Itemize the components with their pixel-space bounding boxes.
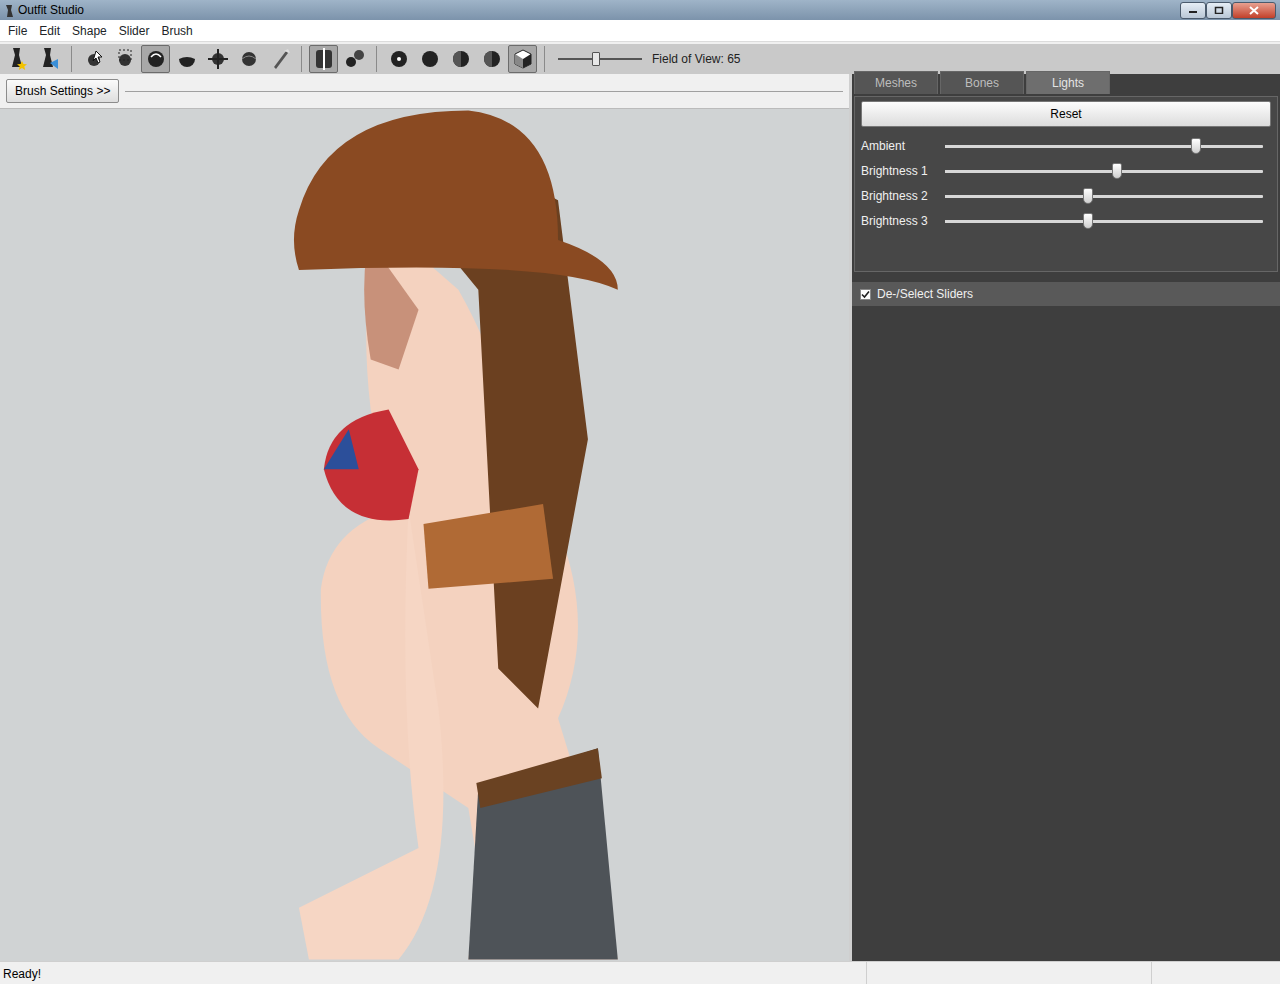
right-pane: MeshesBonesLights Reset Ambient Brightness … <box>852 74 1280 961</box>
main-area: Brush Settings >> MeshesBonesLights Reset A… <box>0 74 1280 961</box>
window-controls <box>1180 2 1276 19</box>
project-tool-icon[interactable] <box>4 45 33 73</box>
minimize-icon[interactable] <box>1180 2 1206 19</box>
lights-panel: Reset Ambient Brightness 1 Brightness 2 Brig… <box>854 96 1278 272</box>
light-slider[interactable] <box>945 187 1263 205</box>
mask-tool-icon[interactable] <box>110 45 139 73</box>
light-slider-row: Brightness 2 <box>861 183 1271 208</box>
brush-settings-button[interactable]: Brush Settings >> <box>6 79 119 103</box>
slider-thumb[interactable] <box>1083 213 1093 229</box>
select-sliders-checkbox[interactable] <box>860 289 871 300</box>
reference-tool-icon[interactable] <box>35 45 64 73</box>
tab[interactable]: Bones <box>940 71 1024 94</box>
slider-label: Brightness 3 <box>861 212 945 230</box>
deflate-tool-icon[interactable] <box>172 45 201 73</box>
light-slider-row: Brightness 1 <box>861 158 1271 183</box>
fov-slider[interactable] <box>558 50 642 68</box>
menu-bar: FileEditShapeSliderBrush <box>0 20 1280 42</box>
cube-tool-icon[interactable] <box>508 45 537 73</box>
light-slider[interactable] <box>945 137 1263 155</box>
halfcircle-tool-icon[interactable] <box>446 45 475 73</box>
toolbar: Field of View: 65 <box>0 42 1280 74</box>
app-icon <box>4 1 14 19</box>
menu-item[interactable]: Shape <box>66 19 113 43</box>
status-text: Ready! <box>0 962 866 984</box>
tab[interactable]: Meshes <box>854 71 938 94</box>
tab-bar: MeshesBonesLights <box>852 74 1280 94</box>
menu-item[interactable]: File <box>2 19 33 43</box>
slider-fill <box>945 170 1117 173</box>
select-sliders-label[interactable]: De-/Select Sliders <box>877 285 973 303</box>
title-bar: Outfit Studio <box>0 0 1280 20</box>
weight-tool-icon[interactable] <box>265 45 294 73</box>
slider-thumb[interactable] <box>1191 138 1201 154</box>
menu-item[interactable]: Edit <box>33 19 66 43</box>
mirror-tool-icon[interactable] <box>309 45 338 73</box>
fov-thumb[interactable] <box>592 52 600 66</box>
light-slider-row: Brightness 3 <box>861 208 1271 233</box>
light-slider-row: Ambient <box>861 133 1271 158</box>
light-slider[interactable] <box>945 162 1263 180</box>
reset-button[interactable]: Reset <box>861 101 1271 127</box>
slider-fill <box>945 220 1088 223</box>
window-title: Outfit Studio <box>18 1 84 19</box>
inflate-tool-icon[interactable] <box>141 45 170 73</box>
connected-tool-icon[interactable] <box>340 45 369 73</box>
slider-fill <box>945 195 1088 198</box>
outfit-studio-window: Outfit StudioFileEditShapeSliderBrush Fie… <box>0 0 1280 984</box>
viewport-render[interactable] <box>0 108 849 961</box>
move-tool-icon[interactable] <box>203 45 232 73</box>
select-tool-icon[interactable] <box>79 45 108 73</box>
slider-fill <box>945 145 1196 148</box>
slider-label: Brightness 1 <box>861 162 945 180</box>
slider-thumb[interactable] <box>1083 188 1093 204</box>
close-icon[interactable] <box>1232 2 1276 19</box>
maximize-icon[interactable] <box>1206 2 1232 19</box>
slider-label: Ambient <box>861 137 945 155</box>
fov-label: Field of View: 65 <box>652 50 741 68</box>
halfcircle-tool-icon[interactable] <box>477 45 506 73</box>
tab[interactable]: Lights <box>1026 71 1110 94</box>
circle-tool-icon[interactable] <box>415 45 444 73</box>
light-slider[interactable] <box>945 212 1263 230</box>
menu-item[interactable]: Brush <box>155 19 198 43</box>
slider-label: Brightness 2 <box>861 187 945 205</box>
slider-thumb[interactable] <box>1112 163 1122 179</box>
select-sliders-bar: De-/Select Sliders <box>852 282 1280 306</box>
menu-item[interactable]: Slider <box>113 19 156 43</box>
fov-fill <box>558 58 596 60</box>
left-pane: Brush Settings >> <box>0 74 852 961</box>
smooth-tool-icon[interactable] <box>234 45 263 73</box>
dot-tool-icon[interactable] <box>384 45 413 73</box>
brush-bar: Brush Settings >> <box>0 74 849 108</box>
status-bar: Ready! <box>0 961 1280 984</box>
